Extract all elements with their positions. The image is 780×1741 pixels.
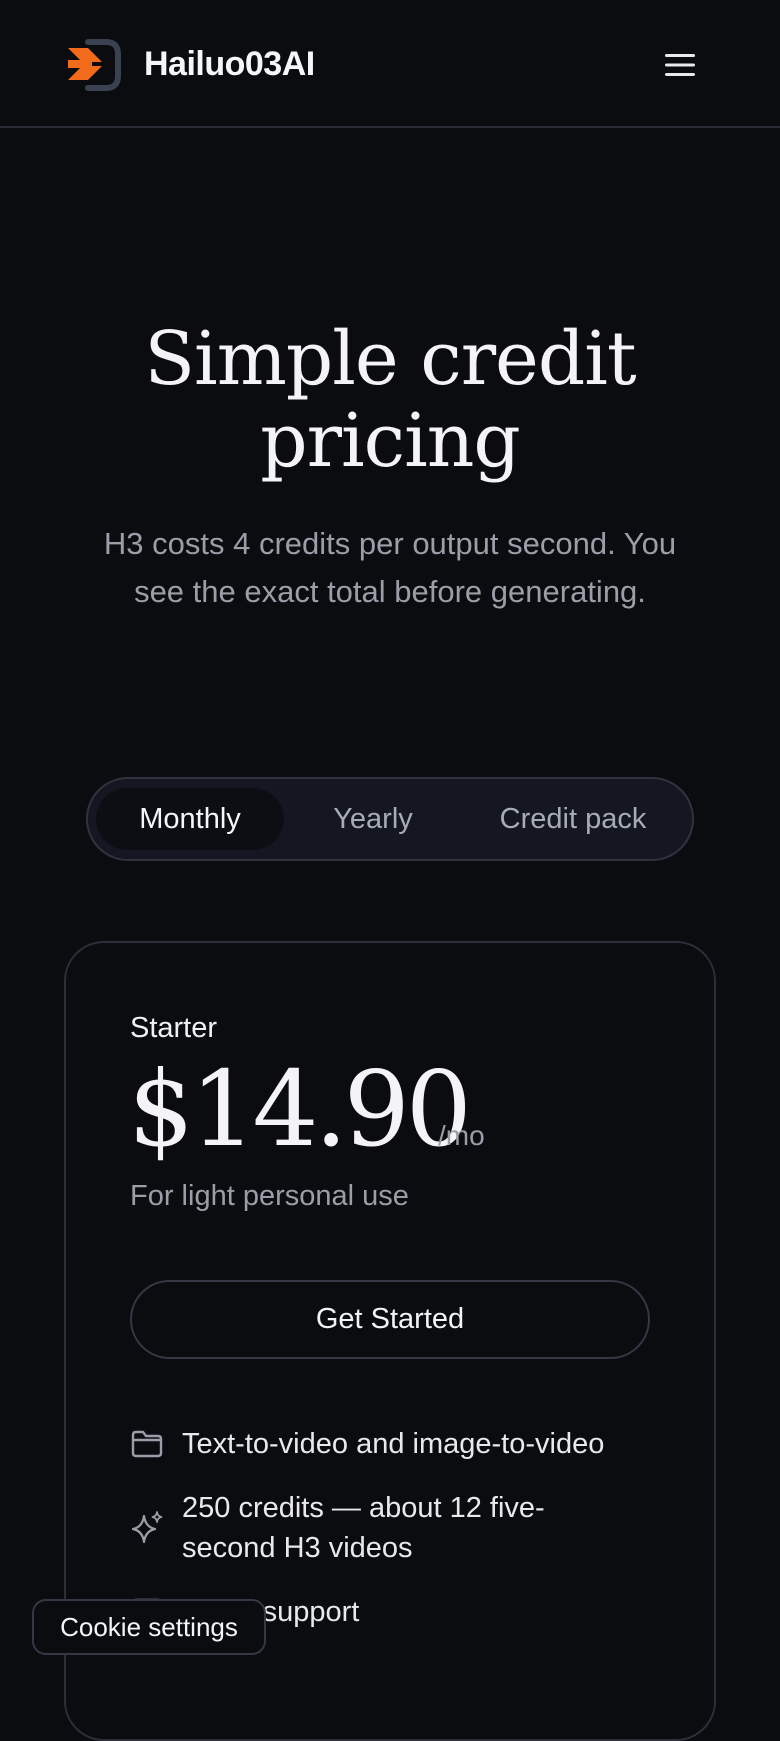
- plan-period: /mo: [438, 1120, 485, 1151]
- cookie-settings-button[interactable]: Cookie settings: [32, 1599, 266, 1655]
- hamburger-menu-button[interactable]: [660, 46, 700, 84]
- feature-2-text-line-2: second H3 videos: [182, 1532, 413, 1564]
- site-header: Hailuo03AI: [0, 0, 780, 128]
- sparkle-icon: [131, 1511, 163, 1544]
- toggle-option-credit-pack[interactable]: Credit pack: [462, 788, 684, 850]
- toggle-option-yearly[interactable]: Yearly: [284, 788, 462, 850]
- feature-1-text: Text-to-video and image-to-video: [182, 1428, 605, 1460]
- page-subtitle-line-2: see the exact total before generating.: [134, 574, 646, 609]
- page-title-line-1: Simple credit: [144, 316, 636, 402]
- plan-name: Starter: [130, 1012, 218, 1044]
- billing-period-toggle: Monthly Yearly Credit pack: [86, 777, 694, 861]
- toggle-option-monthly[interactable]: Monthly: [96, 788, 284, 850]
- feature-2-text-line-1: 250 credits — about 12 five-: [182, 1492, 545, 1524]
- brand-name[interactable]: Hailuo03AI: [144, 42, 315, 86]
- hamburger-menu-icon: [665, 54, 695, 76]
- plan-description: For light personal use: [130, 1180, 409, 1212]
- chevron-arrow-logo-icon[interactable]: [66, 36, 126, 94]
- page-subtitle-line-1: H3 costs 4 credits per output second. Yo…: [103, 526, 677, 561]
- get-started-button[interactable]: Get Started: [130, 1280, 650, 1359]
- folder-icon: [131, 1430, 163, 1458]
- feature-item-2: 250 credits — about 12 five- second H3 v…: [182, 1488, 652, 1568]
- plan-price: $14.90: [128, 1048, 472, 1170]
- page-title: Simple credit pricing: [0, 318, 780, 482]
- page-subtitle: H3 costs 4 credits per output second. Yo…: [60, 520, 720, 616]
- feature-item-1: Text-to-video and image-to-video: [182, 1424, 652, 1464]
- page-title-line-2: pricing: [260, 398, 521, 484]
